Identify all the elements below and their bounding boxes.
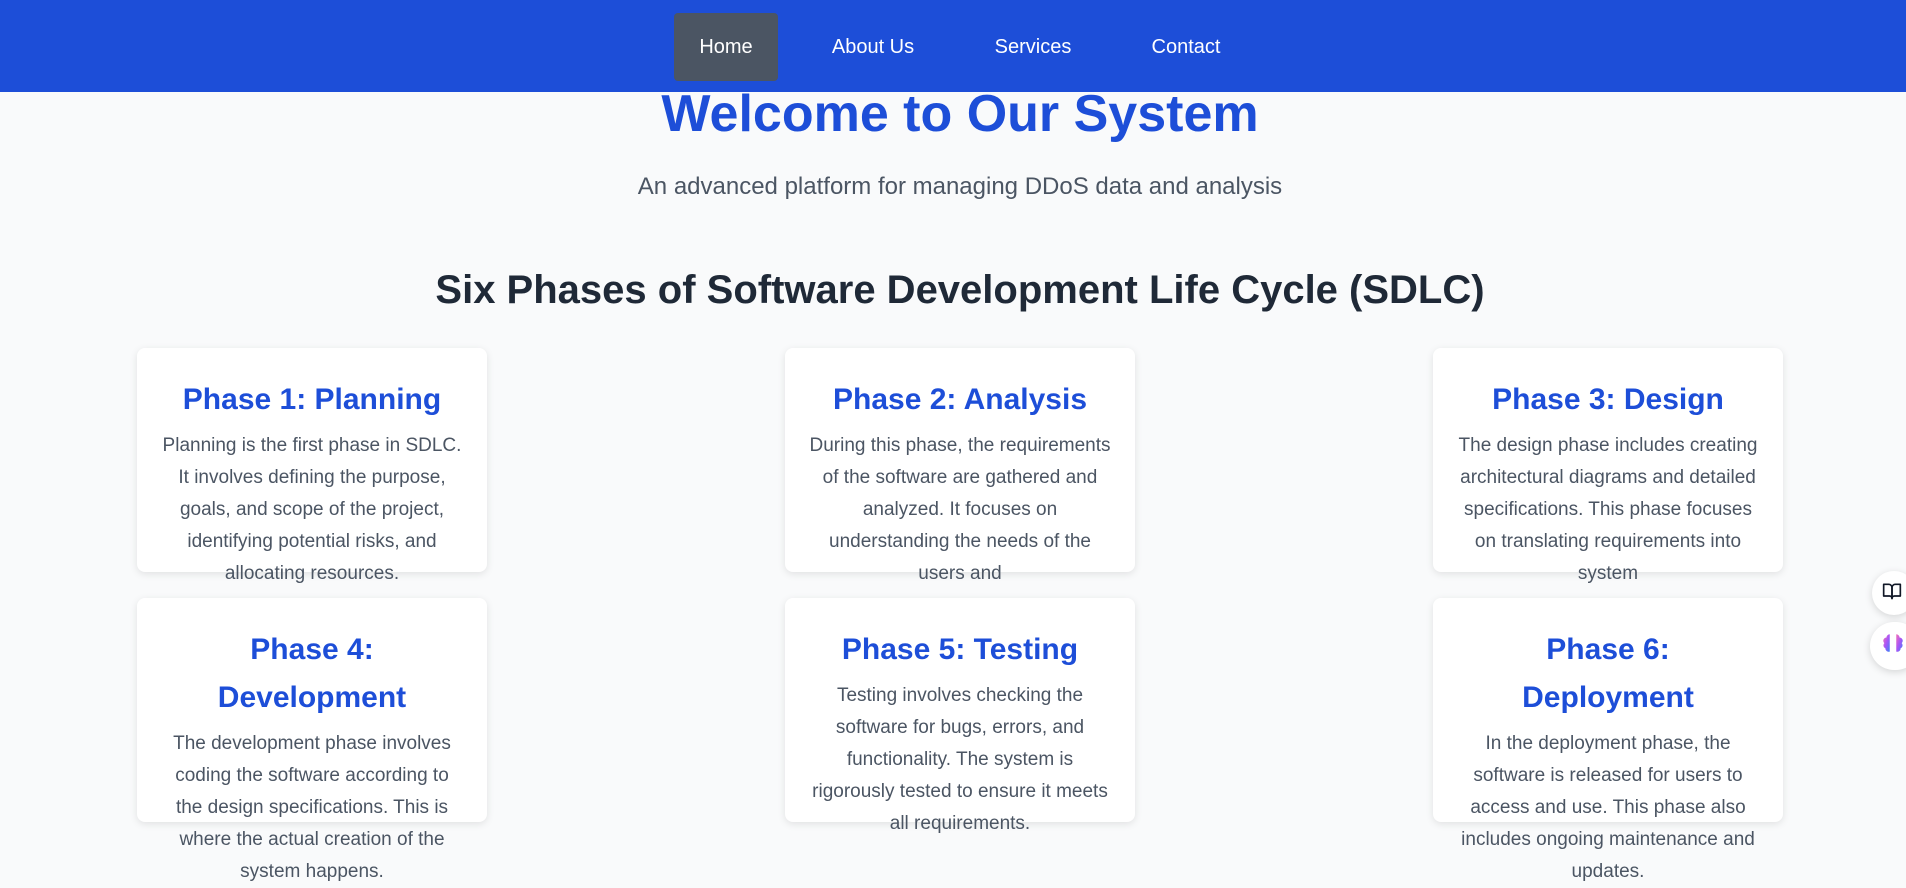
phase-card-testing: Phase 5: Testing Testing involves checki… — [785, 598, 1135, 834]
phase-card-design: Phase 3: Design The design phase include… — [1433, 348, 1783, 584]
book-icon — [1882, 581, 1902, 606]
phase-description: Planning is the first phase in SDLC. It … — [162, 435, 462, 584]
phase-description: In the deployment phase, the software is… — [1461, 733, 1755, 882]
page-title: Welcome to Our System — [661, 85, 1259, 143]
nav-item-contact[interactable]: Contact — [1126, 13, 1246, 81]
ai-assistant-button[interactable] — [1870, 622, 1906, 670]
phase-title: Phase 4: Development — [217, 633, 407, 714]
phase-description: During this phase, the requirements of t… — [809, 435, 1111, 584]
phase-title: Phase 2: Analysis — [832, 383, 1088, 416]
brain-icon — [1880, 631, 1906, 662]
phase-title: Phase 1: Planning — [182, 383, 442, 416]
phase-description: The design phase includes creating archi… — [1458, 435, 1758, 584]
nav-item-home[interactable]: Home — [674, 13, 778, 81]
phase-card-analysis: Phase 2: Analysis During this phase, the… — [785, 348, 1135, 584]
book-button[interactable] — [1872, 571, 1906, 615]
phase-title: Phase 6: Deployment — [1522, 633, 1694, 714]
nav-item-services[interactable]: Services — [968, 13, 1098, 81]
phase-card-development: Phase 4: Development The development pha… — [137, 598, 487, 882]
phase-card-deployment: Phase 6: Deployment In the deployment ph… — [1433, 598, 1783, 882]
page-subtitle: An advanced platform for managing DDoS d… — [637, 173, 1283, 200]
nav-item-about-us[interactable]: About Us — [806, 13, 940, 81]
phase-card-planning: Phase 1: Planning Planning is the first … — [137, 348, 487, 584]
top-navbar: Home About Us Services Contact — [0, 0, 1906, 92]
phase-description: The development phase involves coding th… — [173, 733, 451, 882]
phase-title: Phase 3: Design — [1492, 383, 1724, 416]
phase-title: Phase 5: Testing — [841, 633, 1079, 666]
sdlc-section-title: Six Phases of Software Development Life … — [435, 268, 1485, 312]
phase-description: Testing involves checking the software f… — [812, 685, 1108, 834]
